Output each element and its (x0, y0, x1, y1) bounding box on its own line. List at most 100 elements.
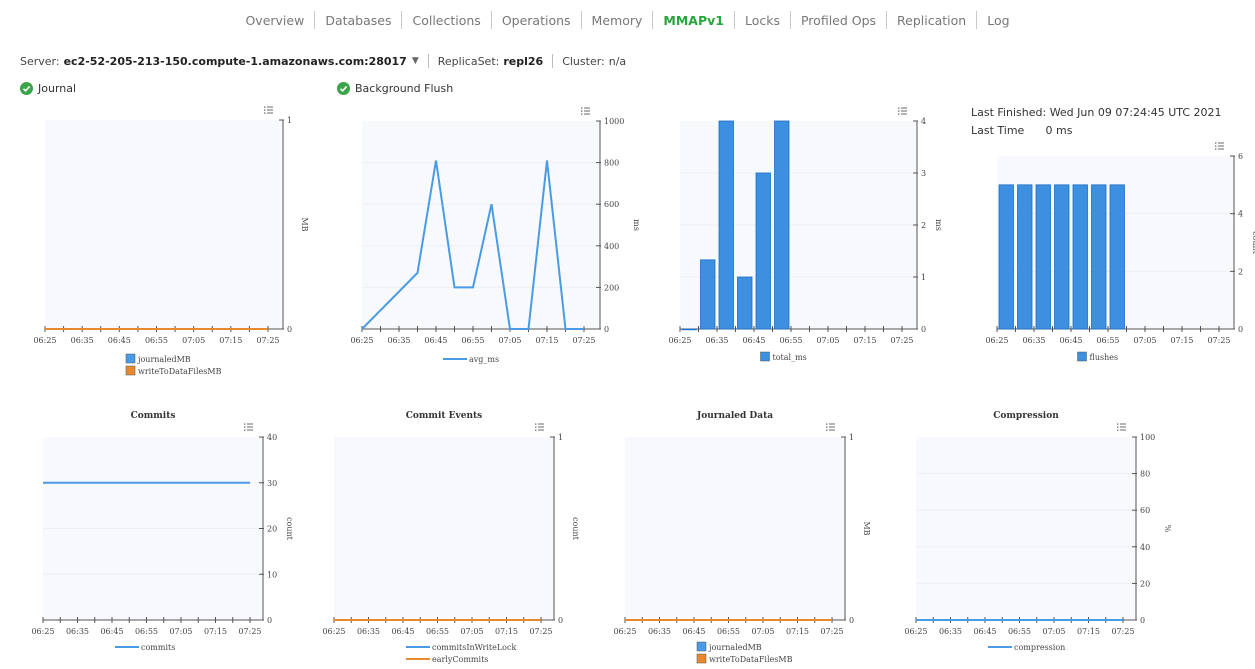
plot-area (916, 437, 1136, 620)
bar (774, 120, 790, 330)
legend-label: earlyCommits (432, 655, 488, 664)
legend-swatch (1077, 351, 1087, 362)
x-tick-label: 06:35 (357, 627, 380, 636)
bar (1054, 184, 1070, 330)
x-tick-label: 06:25 (613, 627, 636, 636)
y-tick-label: 4 (921, 117, 926, 126)
x-tick-label: 06:55 (145, 336, 168, 345)
x-tick-label: 07:15 (1077, 627, 1100, 636)
menu-icon-dot (535, 429, 537, 431)
plot-area (45, 120, 283, 329)
menu-icon-dot (1117, 423, 1119, 425)
y-tick-label: 0 (1140, 616, 1145, 625)
menu-icon-dot (1215, 142, 1217, 144)
bar (737, 276, 753, 330)
legend-swatch (760, 351, 770, 362)
y-tick-label: 0 (267, 616, 272, 625)
y-tick-label: 2 (1238, 267, 1243, 276)
chart-title: Compression (993, 411, 1059, 421)
legend-label: compression (1014, 643, 1065, 652)
legend-swatch (696, 653, 707, 664)
menu-icon-dot (264, 112, 266, 114)
x-tick-label: 06:55 (426, 627, 449, 636)
y-tick-label: 0 (558, 616, 563, 625)
x-tick-label: 07:25 (1207, 336, 1230, 345)
y-tick-label: 800 (604, 159, 619, 168)
x-tick-label: 07:25 (1111, 627, 1134, 636)
legend-swatch (696, 641, 707, 652)
legend-label: writeToDataFilesMB (709, 655, 793, 664)
x-tick-label: 06:25 (33, 336, 56, 345)
x-tick-label: 07:25 (572, 336, 595, 345)
y-tick-label: 6 (1238, 152, 1243, 161)
x-tick-label: 07:25 (529, 627, 552, 636)
x-tick-label: 07:15 (219, 336, 242, 345)
x-tick-label: 07:15 (535, 336, 558, 345)
chart-title: Journaled Data (696, 411, 773, 421)
legend-label: flushes (1090, 353, 1119, 362)
menu-icon-dot (264, 109, 266, 111)
menu-icon-dot (826, 426, 828, 428)
menu-icon-dot (535, 426, 537, 428)
bar (700, 259, 716, 330)
plot-area (334, 437, 554, 620)
legend-label: commits (141, 643, 175, 652)
x-tick-label: 06:35 (939, 627, 962, 636)
x-tick-label: 06:35 (387, 336, 410, 345)
menu-icon-dot (898, 113, 900, 115)
x-tick-label: 06:55 (717, 627, 740, 636)
y-axis-label: ms (934, 219, 943, 231)
x-tick-label: 06:35 (705, 336, 728, 345)
y-tick-label: 10 (267, 570, 277, 579)
menu-icon-dot (826, 423, 828, 425)
bar (998, 184, 1014, 330)
y-tick-label: 0 (921, 325, 926, 334)
x-tick-label: 06:45 (108, 336, 131, 345)
y-tick-label: 1 (921, 273, 926, 282)
x-tick-label: 06:55 (135, 627, 158, 636)
legend-label: journaledMB (137, 355, 191, 364)
y-tick-label: 20 (1140, 579, 1150, 588)
y-tick-label: 4 (1238, 210, 1243, 219)
x-tick-label: 06:45 (973, 627, 996, 636)
x-tick-label: 06:45 (424, 336, 447, 345)
legend-label: avg_ms (469, 355, 499, 364)
charts-canvas: 0 1 MB 06:25 06:35 06:45 06:55 07:05 07:15 07:25 j… (31, 106, 1255, 664)
y-tick-label: 40 (1140, 543, 1150, 552)
plot-area (362, 121, 600, 329)
x-tick-label: 07:15 (786, 627, 809, 636)
menu-icon-dot (898, 110, 900, 112)
y-tick-label: 0 (287, 325, 292, 334)
y-tick-label: 1 (287, 116, 292, 125)
x-tick-label: 06:45 (682, 627, 705, 636)
legend-label: journaledMB (708, 643, 762, 652)
y-tick-label: 400 (604, 242, 619, 251)
x-tick-label: 07:25 (820, 627, 843, 636)
y-tick-label: 0 (1238, 325, 1243, 334)
menu-icon-dot (264, 106, 266, 108)
menu-icon-dot (826, 429, 828, 431)
menu-icon-dot (1215, 148, 1217, 150)
y-axis-label: MB (300, 217, 309, 231)
x-tick-label: 06:25 (904, 627, 927, 636)
x-tick-label: 07:15 (853, 336, 876, 345)
x-tick-label: 07:25 (238, 627, 261, 636)
y-tick-label: 600 (604, 200, 619, 209)
y-tick-label: 80 (1140, 470, 1150, 479)
y-axis-label: count (1251, 231, 1255, 255)
menu-icon-dot (1117, 426, 1119, 428)
y-axis-label: % (1163, 525, 1172, 533)
bar (1091, 184, 1107, 330)
bar (755, 172, 771, 330)
y-axis-label: count (285, 517, 294, 541)
x-tick-label: 06:55 (779, 336, 802, 345)
x-tick-label: 06:35 (648, 627, 671, 636)
x-tick-label: 06:35 (66, 627, 89, 636)
y-tick-label: 100 (1140, 433, 1155, 442)
x-tick-label: 06:45 (1059, 336, 1082, 345)
menu-icon-dot (898, 107, 900, 109)
x-tick-label: 07:05 (751, 627, 774, 636)
x-tick-label: 07:15 (204, 627, 227, 636)
y-tick-label: 1000 (604, 117, 624, 126)
x-tick-label: 07:05 (460, 627, 483, 636)
